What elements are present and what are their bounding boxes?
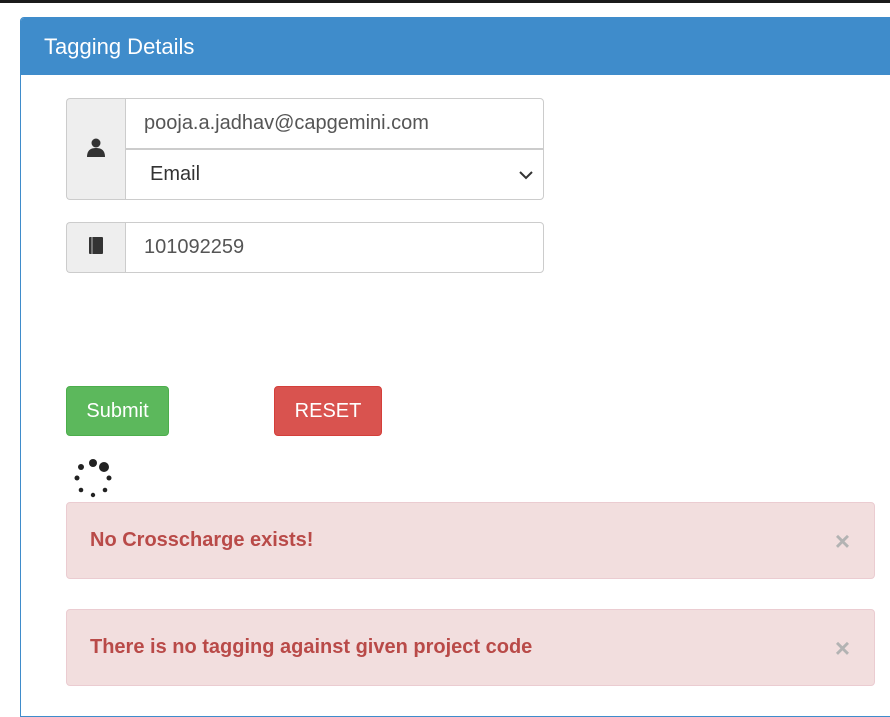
email-input-group: pooja.a.jadhav@capgemini.com Email	[66, 98, 544, 200]
contact-type-value: Email	[150, 163, 201, 185]
alert-no-crosscharge: No Crosscharge exists! ×	[66, 502, 875, 579]
book-addon	[66, 222, 125, 273]
alert-no-tagging: There is no tagging against given projec…	[66, 609, 875, 686]
top-rule	[0, 0, 890, 3]
project-code-input[interactable]: 101092259	[125, 222, 544, 273]
alert-message: There is no tagging against given projec…	[90, 636, 533, 658]
chevron-down-icon	[519, 163, 533, 186]
panel-title: Tagging Details	[21, 18, 890, 75]
user-addon	[66, 98, 125, 200]
close-icon[interactable]: ×	[835, 635, 850, 661]
user-icon	[86, 137, 106, 162]
loading-spinner-icon	[72, 458, 114, 500]
reset-button[interactable]: RESET	[274, 386, 382, 436]
contact-type-select[interactable]: Email	[125, 149, 544, 200]
submit-button[interactable]: Submit	[66, 386, 169, 436]
book-icon	[86, 235, 106, 260]
alert-message: No Crosscharge exists!	[90, 529, 314, 551]
email-input[interactable]: pooja.a.jadhav@capgemini.com	[125, 98, 544, 149]
close-icon[interactable]: ×	[835, 528, 850, 554]
project-code-input-group: 101092259	[66, 222, 544, 273]
